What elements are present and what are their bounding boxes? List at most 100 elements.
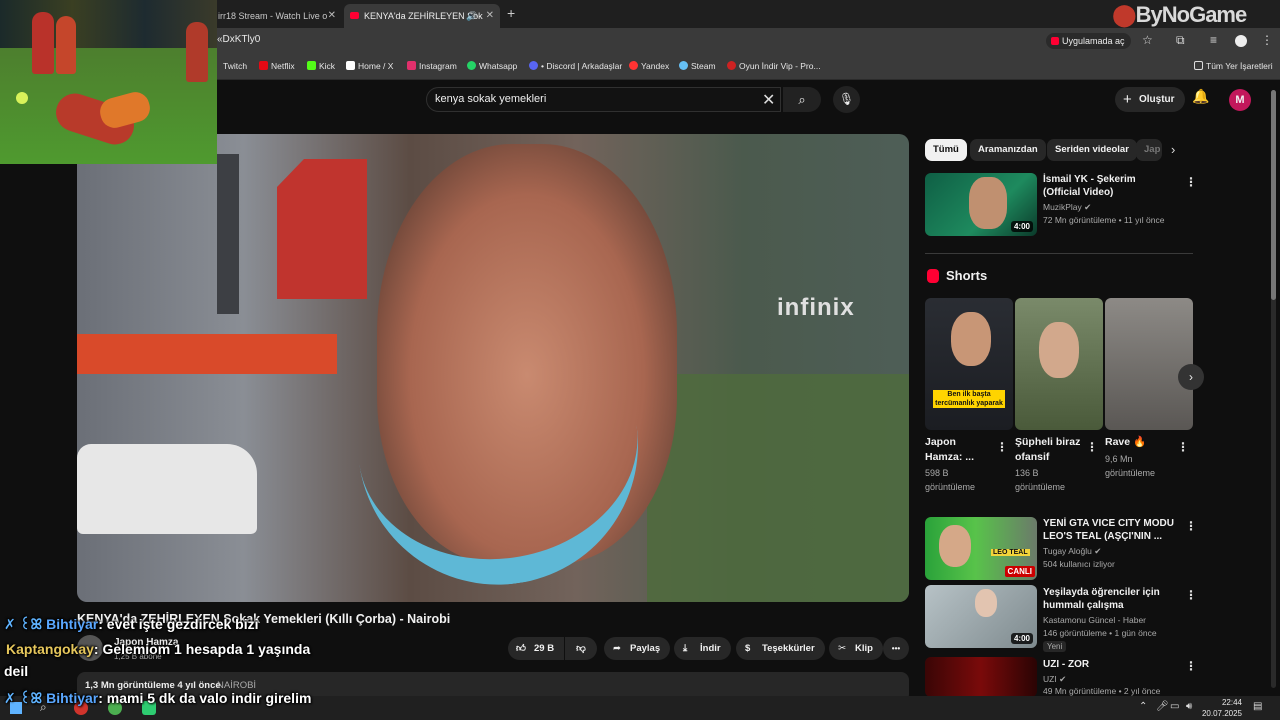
scissors-icon: ✂ [838, 643, 846, 654]
short-title-3[interactable]: Rave 🔥 [1105, 435, 1175, 450]
chevron-right-icon: › [1189, 370, 1193, 384]
short-views-label-3: görüntüleme [1105, 468, 1156, 478]
microphone-icon[interactable]: 🎤︎ [1156, 701, 1169, 712]
chip-all[interactable]: Tümü [925, 139, 967, 161]
related-title[interactable]: UZI - ZOR [1043, 658, 1173, 671]
thumb-face [1039, 322, 1079, 378]
instagram-icon [407, 61, 416, 70]
profile-icon[interactable] [1235, 35, 1247, 47]
related-thumb-top[interactable]: 4:00 [925, 173, 1037, 236]
video-player[interactable]: infinix [77, 134, 909, 602]
tab-youtube[interactable]: KENYA'da ZEHİRLEYEN Sok 🔊 ✕ [344, 4, 500, 28]
related-channel[interactable]: Tugay Aloğlu ✔ [1043, 546, 1101, 557]
open-in-app-button[interactable]: Uygulamada aç [1046, 33, 1131, 49]
related-thumb-2[interactable]: 4:00 [925, 585, 1037, 648]
short-thumb-2[interactable] [1015, 298, 1103, 430]
search-input[interactable] [435, 93, 755, 105]
create-button[interactable]: + Oluştur [1115, 87, 1185, 112]
bookmark-discord[interactable]: • Discord | Arkadaşlar [529, 61, 622, 71]
kebab-menu-icon[interactable]: ⋮ [1185, 519, 1197, 533]
short-thumb-3[interactable] [1105, 298, 1193, 430]
system-clock[interactable]: 22:44 20.07.2025 [1200, 697, 1242, 719]
related-title[interactable]: Yeşilayda öğrenciler için hummalı çalışm… [1043, 586, 1173, 612]
thumbs-up-icon: 👍︎ [516, 643, 526, 654]
chat-user: Bihtiyar [46, 616, 99, 632]
related-title[interactable]: YENİ GTA VICE CITY MODU LEO'S TEAL (AŞÇI… [1043, 517, 1175, 543]
related-title[interactable]: İsmail YK - Şekerim (Official Video) [1043, 173, 1173, 199]
bookmark-whatsapp[interactable]: Whatsapp [467, 61, 517, 71]
share-button[interactable]: ➦ Paylaş [604, 637, 671, 660]
search-button[interactable]: ⌕ [783, 87, 821, 112]
verified-icon: ✔ [1084, 202, 1092, 212]
chat-line-continuation: deil [4, 663, 29, 679]
media-icon[interactable]: ≡ [1210, 33, 1217, 47]
bookmark-x[interactable]: Home / X [346, 61, 393, 71]
video-scene-store [77, 334, 337, 374]
network-icon[interactable]: ▭ [1170, 701, 1179, 712]
shorts-next-button[interactable]: › [1178, 364, 1204, 390]
star-icon[interactable]: ☆ [1142, 33, 1153, 47]
bookmark-steam[interactable]: Steam [679, 61, 716, 71]
x-icon [346, 61, 355, 70]
account-avatar[interactable]: M [1229, 89, 1251, 111]
kebab-menu-icon[interactable]: ⋮ [1185, 175, 1197, 189]
related-meta: 146 görüntüleme • 1 gün önce [1043, 628, 1157, 638]
kebab-menu-icon[interactable]: ⋮ [1177, 440, 1189, 454]
bookmark-oyun-indir[interactable]: Oyun İndir Vip - Pro... [727, 61, 821, 71]
speaker-icon[interactable]: 🔊 [466, 4, 477, 28]
notification-icon[interactable]: ▤ [1253, 701, 1262, 712]
all-bookmarks[interactable]: Tüm Yer İşaretleri [1194, 61, 1273, 71]
shorts-icon [927, 269, 939, 283]
extensions-icon[interactable]: ⧉ [1176, 33, 1185, 48]
chip-from-search[interactable]: Aramanızdan [970, 139, 1046, 161]
kebab-menu-icon[interactable]: ⋮ [1185, 588, 1197, 602]
close-icon[interactable]: ✕ [486, 4, 494, 28]
chip-japon[interactable]: Jap [1136, 139, 1162, 161]
bookmark-kick[interactable]: Kick [307, 61, 335, 71]
verified-icon: ✔ [1094, 546, 1102, 556]
verified-icon: ✔ [1059, 674, 1067, 684]
related-thumb-3[interactable] [925, 657, 1037, 697]
bookmark-netflix[interactable]: Netflix [259, 61, 295, 71]
download-button[interactable]: ⤓ İndir [674, 637, 731, 660]
short-title-1[interactable]: Japon Hamza: ... [925, 435, 987, 465]
bookmark-instagram[interactable]: Instagram [407, 61, 457, 71]
tray-chevron-up-icon[interactable]: ⌃ [1139, 701, 1147, 712]
new-tab-button[interactable]: + [507, 5, 515, 21]
related-meta: 72 Mn görüntüleme • 11 yıl önce [1043, 215, 1165, 225]
related-channel[interactable]: Kastamonu Güncel - Haber [1043, 615, 1146, 625]
bookmark-yandex[interactable]: Yandex [629, 61, 669, 71]
more-actions-button[interactable]: ••• [883, 637, 909, 660]
tab-label: irr18 Stream - Watch Live o [218, 11, 328, 21]
thanks-button[interactable]: $ Teşekkürler [736, 637, 825, 660]
related-channel[interactable]: MuzikPlay ✔ [1043, 202, 1091, 213]
close-icon[interactable]: ✕ [328, 4, 336, 28]
inset-player [186, 22, 208, 82]
related-channel[interactable]: UZI ✔ [1043, 674, 1066, 685]
notifications-bell-icon[interactable]: 🔔 [1192, 88, 1209, 105]
dislike-button[interactable]: 👎︎ [565, 637, 597, 660]
clip-button[interactable]: ✂ Klip [829, 637, 883, 660]
short-thumb-1[interactable]: Ben ilk başta tercümanlık yaparak [925, 298, 1013, 430]
url-text[interactable]: «DxKTly0 [217, 34, 260, 45]
logo-mark: ⬤ [1112, 2, 1137, 27]
tab-stream[interactable]: irr18 Stream - Watch Live o ✕ [212, 4, 342, 28]
related-thumb-1[interactable]: LEO TEAL CANLI [925, 517, 1037, 580]
menu-kebab-icon[interactable]: ⋮ [1261, 33, 1273, 47]
chip-series[interactable]: Seriden videolar [1047, 139, 1137, 161]
new-badge: Yeni [1043, 641, 1067, 652]
kebab-menu-icon[interactable]: ⋮ [1086, 440, 1098, 454]
short-views-3: 9,6 Mn [1105, 454, 1133, 464]
bookmark-twitch[interactable]: Twitch [223, 61, 247, 71]
chevron-right-icon[interactable]: › [1171, 142, 1175, 157]
clear-search-icon[interactable]: ✕ [762, 90, 775, 110]
kebab-menu-icon[interactable]: ⋮ [996, 440, 1008, 454]
volume-icon[interactable]: 🔊︎ [1186, 701, 1192, 712]
like-button[interactable]: 👍︎ 29 B [508, 637, 564, 660]
scrollbar-thumb[interactable] [1271, 90, 1276, 300]
chat-message: : evet işte gezdircek bizi [98, 616, 259, 632]
kebab-menu-icon[interactable]: ⋮ [1185, 659, 1197, 673]
short-title-2[interactable]: Şüpheli biraz ofansif [1015, 435, 1095, 465]
inset-ball [16, 92, 28, 104]
voice-search-button[interactable]: 🎙 [833, 86, 860, 113]
